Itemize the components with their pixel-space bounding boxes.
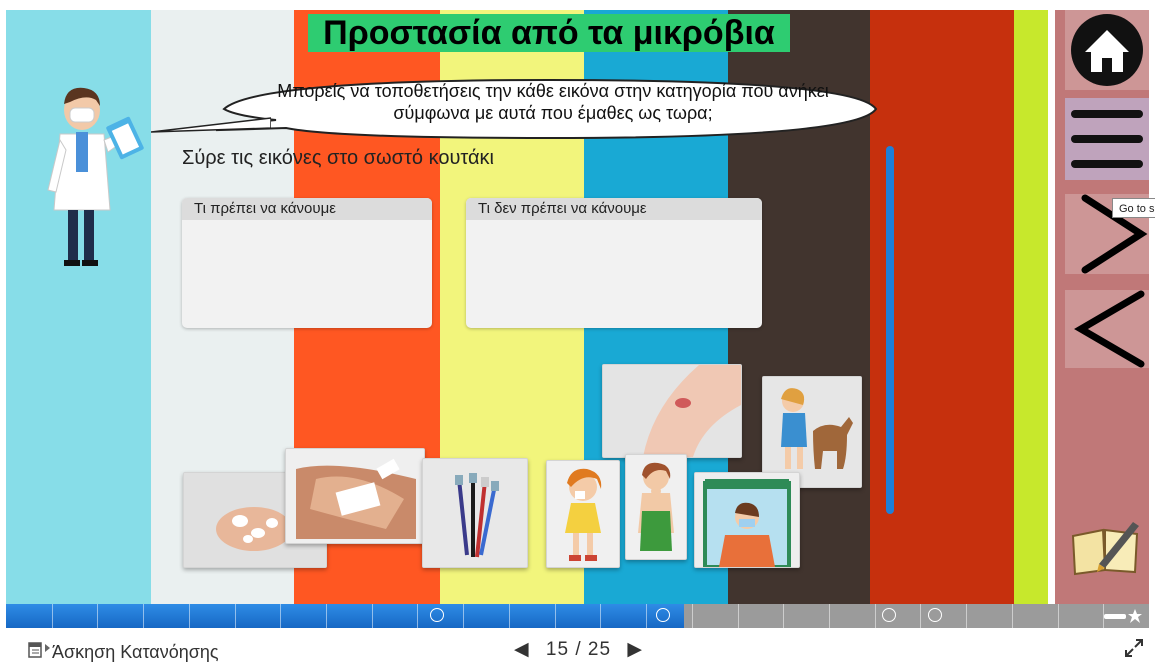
menu-button[interactable]	[1065, 98, 1149, 180]
progress-tick	[280, 604, 281, 628]
progress-tick	[372, 604, 373, 628]
progress-tick	[143, 604, 144, 628]
progress-tick	[555, 604, 556, 628]
dropzone-should-do[interactable]: Τι πρέπει να κάνουμε	[182, 198, 432, 328]
woman-coughing-card[interactable]	[625, 454, 687, 560]
progress-tick	[326, 604, 327, 628]
next-page-button[interactable]: ▶	[627, 639, 643, 660]
prev-slide-button[interactable]	[1065, 290, 1149, 368]
progress-tick	[1012, 604, 1013, 628]
applying-bandage-icon	[286, 449, 424, 543]
slide-progress-bar[interactable]	[6, 604, 1149, 628]
child-and-dog-icon	[763, 377, 861, 487]
progress-tick	[189, 604, 190, 628]
masked-woman-window-icon	[695, 473, 799, 567]
doctor-character-icon	[47, 87, 144, 266]
window-mask-card[interactable]	[694, 472, 800, 568]
dropzone-should-not-do[interactable]: Τι δεν πρέπει να κάνουμε	[466, 198, 762, 328]
notebook-pen-icon[interactable]	[1069, 516, 1143, 576]
progress-tick	[783, 604, 784, 628]
dropzone-label: Τι δεν πρέπει να κάνουμε	[466, 198, 762, 220]
page-title: Προστασία από τα μικρόβια	[308, 14, 790, 52]
progress-tick	[920, 604, 921, 628]
speech-bubble-text: Μπορείς να τοποθετήσεις την κάθε εικόνα …	[277, 81, 829, 123]
slides-list-icon[interactable]	[28, 642, 42, 658]
toothbrushes-card[interactable]	[422, 458, 528, 568]
home-icon	[1071, 14, 1143, 86]
nav-panel	[1055, 10, 1149, 604]
girl-sneezing-card[interactable]	[546, 460, 620, 568]
progress-tick	[692, 604, 693, 628]
progress-tick	[738, 604, 739, 628]
progress-tick	[417, 604, 418, 628]
caret-right-icon	[45, 644, 50, 652]
stripe-lime	[1014, 10, 1048, 604]
dropzone-label: Τι πρέπει να κάνουμε	[182, 198, 432, 220]
sneezing-girl-icon	[547, 461, 619, 567]
progress-tick	[600, 604, 601, 628]
slide-stage: Προστασία από τα μικρόβια Μπορείς να τοπ…	[6, 10, 1149, 604]
progress-tick	[829, 604, 830, 628]
progress-fill	[6, 604, 684, 628]
bookmark-star-icon[interactable]	[1104, 608, 1144, 624]
progress-tick	[235, 604, 236, 628]
progress-tick	[52, 604, 53, 628]
wound-card[interactable]	[602, 364, 742, 458]
progress-tick	[97, 604, 98, 628]
progress-tick	[966, 604, 967, 628]
page-separator: /	[575, 639, 582, 660]
progress-tick	[875, 604, 876, 628]
tooltip: Go to s	[1112, 198, 1155, 218]
page-current: 15	[545, 639, 570, 660]
page-total: 25	[587, 639, 612, 660]
menu-icon	[1071, 110, 1143, 168]
vertical-scroll-indicator[interactable]	[886, 146, 894, 514]
section-title: Άσκηση Κατανόησης	[52, 642, 219, 662]
progress-marker[interactable]	[430, 608, 444, 622]
progress-tick	[463, 604, 464, 628]
fullscreen-icon[interactable]	[1124, 638, 1144, 658]
progress-marker[interactable]	[656, 608, 670, 622]
home-button[interactable]	[1065, 10, 1149, 90]
progress-marker[interactable]	[882, 608, 896, 622]
bandage-card[interactable]	[285, 448, 425, 544]
chevron-left-icon	[1074, 290, 1145, 368]
progress-tick	[1058, 604, 1059, 628]
scraped-knee-icon	[603, 365, 741, 457]
instruction-text: Σύρε τις εικόνες στο σωστό κουτάκι	[182, 147, 495, 169]
progress-marker[interactable]	[928, 608, 942, 622]
prev-page-button[interactable]: ◀	[514, 639, 530, 660]
slide-pager: ◀ 15 / 25 ▶	[514, 638, 643, 661]
coughing-woman-icon	[626, 455, 686, 559]
toothbrushes-icon	[423, 459, 527, 567]
progress-tick	[509, 604, 510, 628]
player-footer: Άσκηση Κατανόησης ◀ 15 / 25 ▶	[0, 628, 1155, 664]
progress-tick	[646, 604, 647, 628]
